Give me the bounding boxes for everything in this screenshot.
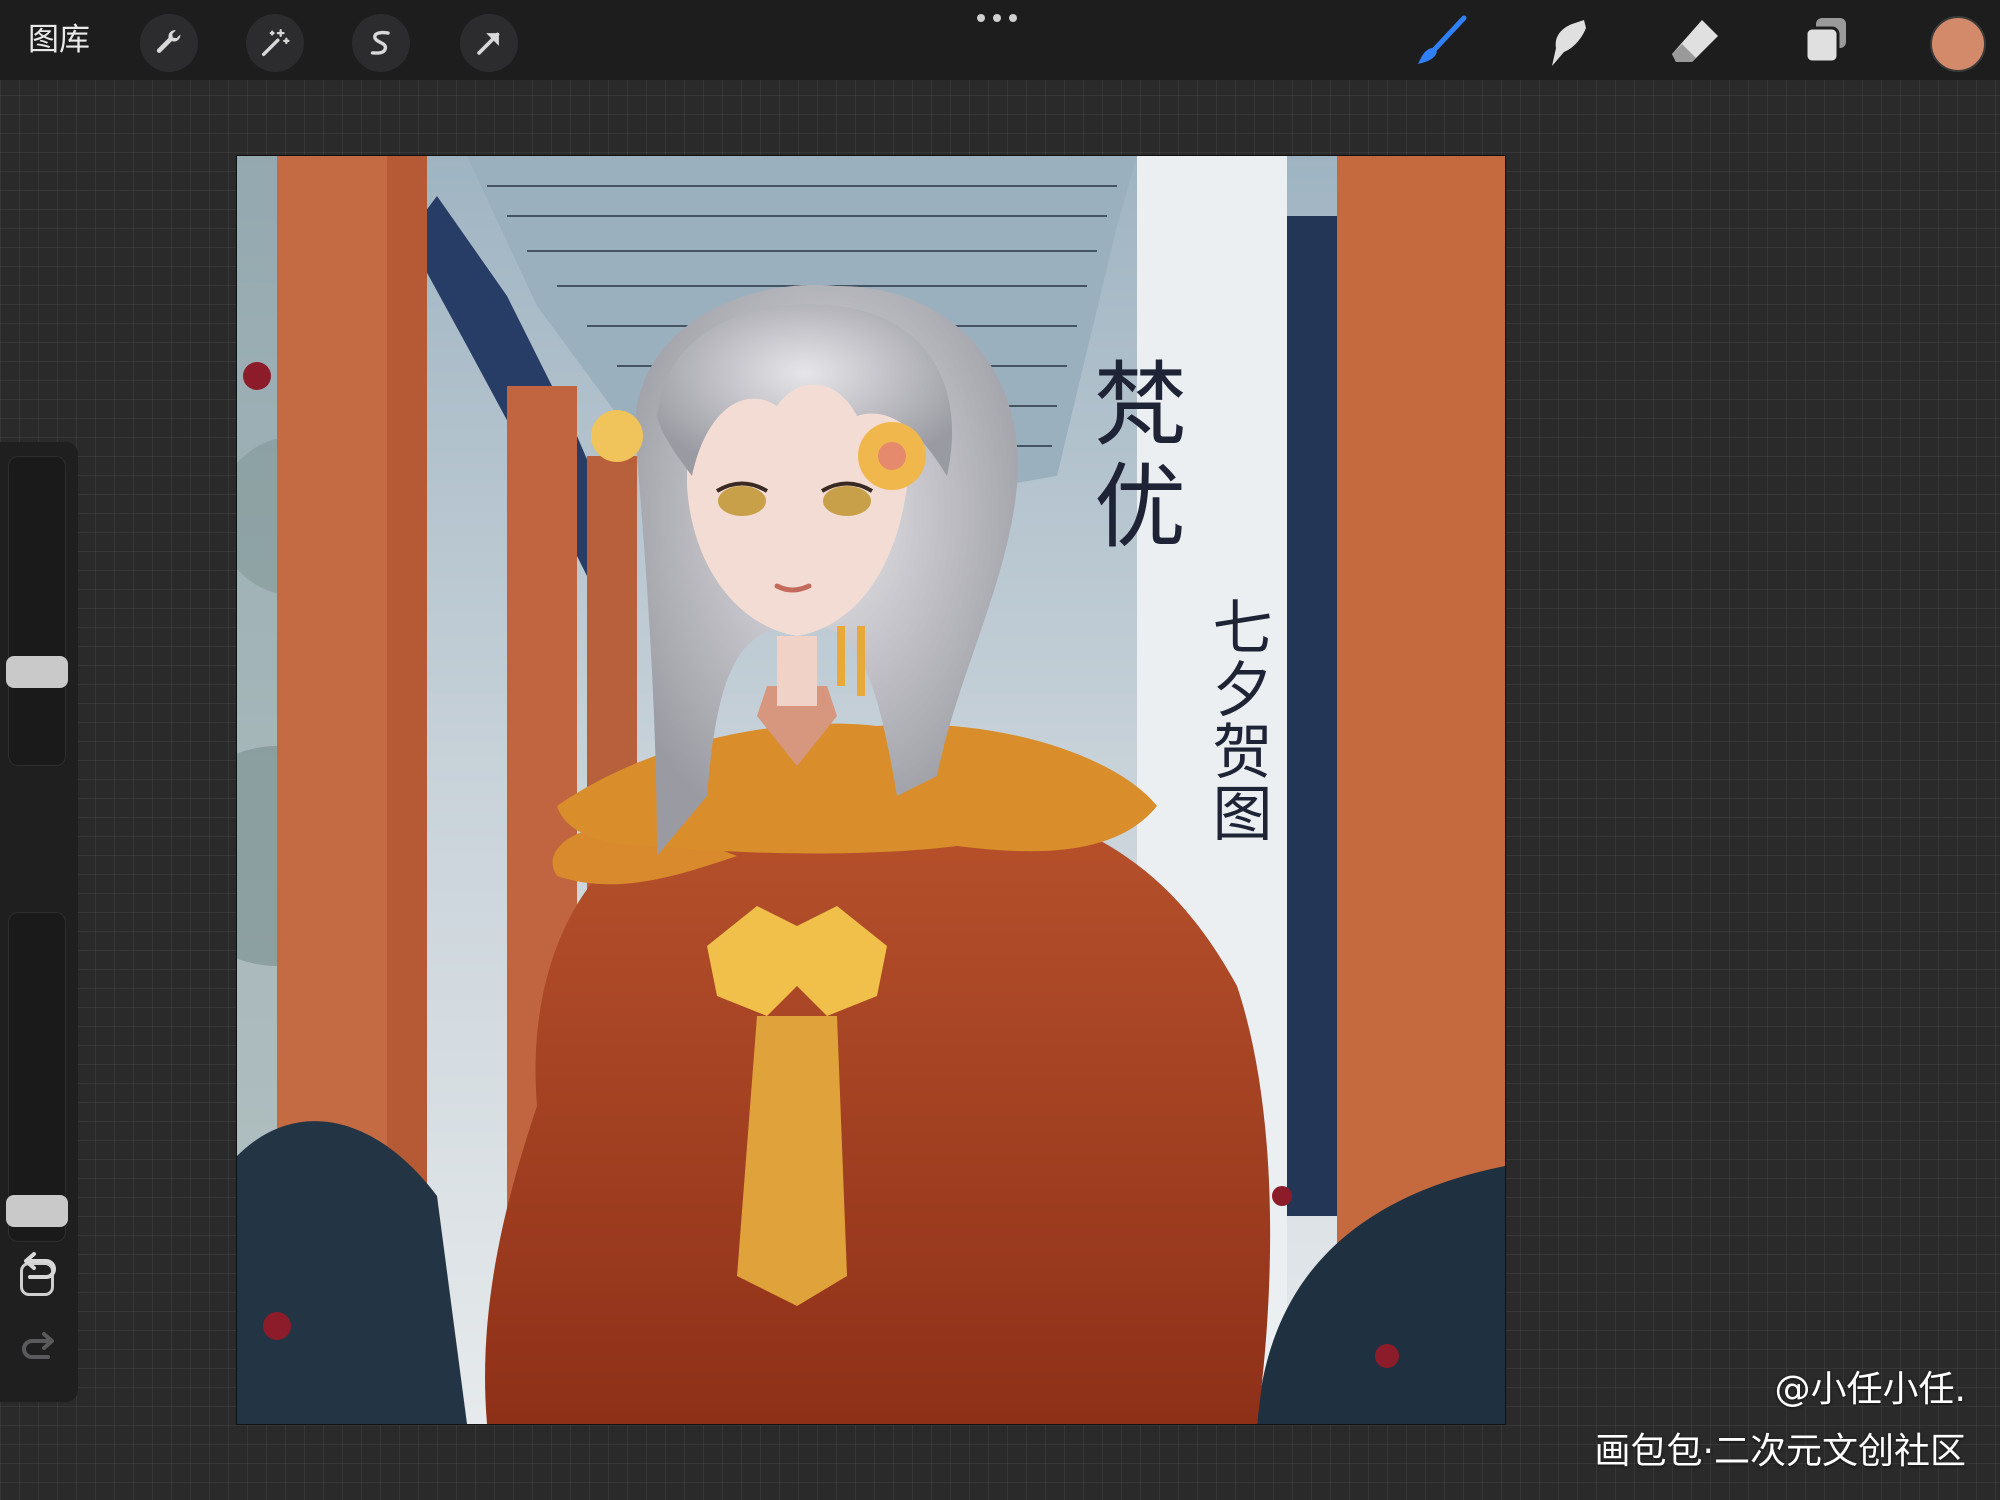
site-watermark: 画包包·二次元文创社区 <box>1594 1431 1966 1472</box>
transform-button[interactable] <box>460 14 518 72</box>
selection-s-icon <box>370 30 390 55</box>
color-picker-button[interactable] <box>1930 16 1986 72</box>
gallery-button[interactable]: 图库 <box>28 18 90 62</box>
redo-button[interactable] <box>16 1327 62 1367</box>
artwork-illustration: 梵优 七夕贺图 <box>237 156 1505 1424</box>
eraser-tool-button[interactable] <box>1666 14 1726 68</box>
undo-icon <box>24 1252 56 1279</box>
smudge-tool-button[interactable] <box>1536 14 1596 68</box>
actions-button[interactable] <box>140 14 198 72</box>
smudge-icon <box>1552 20 1586 66</box>
brush-tool-button[interactable] <box>1410 14 1470 68</box>
magic-wand-icon <box>261 29 290 57</box>
opacity-handle[interactable] <box>6 1195 68 1228</box>
more-options-icon[interactable] <box>977 14 1017 22</box>
layers-icon <box>1804 18 1846 64</box>
brush-size-slider[interactable] <box>6 456 68 766</box>
wrench-icon <box>156 30 181 53</box>
artwork-title-sub: 七夕贺图 <box>1202 596 1272 844</box>
opacity-slider[interactable] <box>6 912 68 1242</box>
transform-arrow-icon <box>477 32 500 55</box>
author-watermark: @小任小任. <box>1774 1369 1966 1410</box>
top-toolbar: 图库 <box>0 0 2000 80</box>
adjustments-button[interactable] <box>246 14 304 72</box>
brush-size-handle[interactable] <box>6 656 68 689</box>
artwork-title-main: 梵优 <box>1079 356 1186 560</box>
eraser-icon <box>1672 20 1718 62</box>
undo-button[interactable] <box>16 1247 62 1287</box>
redo-icon <box>22 1332 54 1359</box>
brush-icon <box>1418 15 1467 64</box>
layers-button[interactable] <box>1796 14 1856 68</box>
left-sidebar <box>0 442 78 1402</box>
selection-button[interactable] <box>352 14 410 72</box>
artwork-canvas[interactable]: 梵优 七夕贺图 <box>237 156 1505 1424</box>
